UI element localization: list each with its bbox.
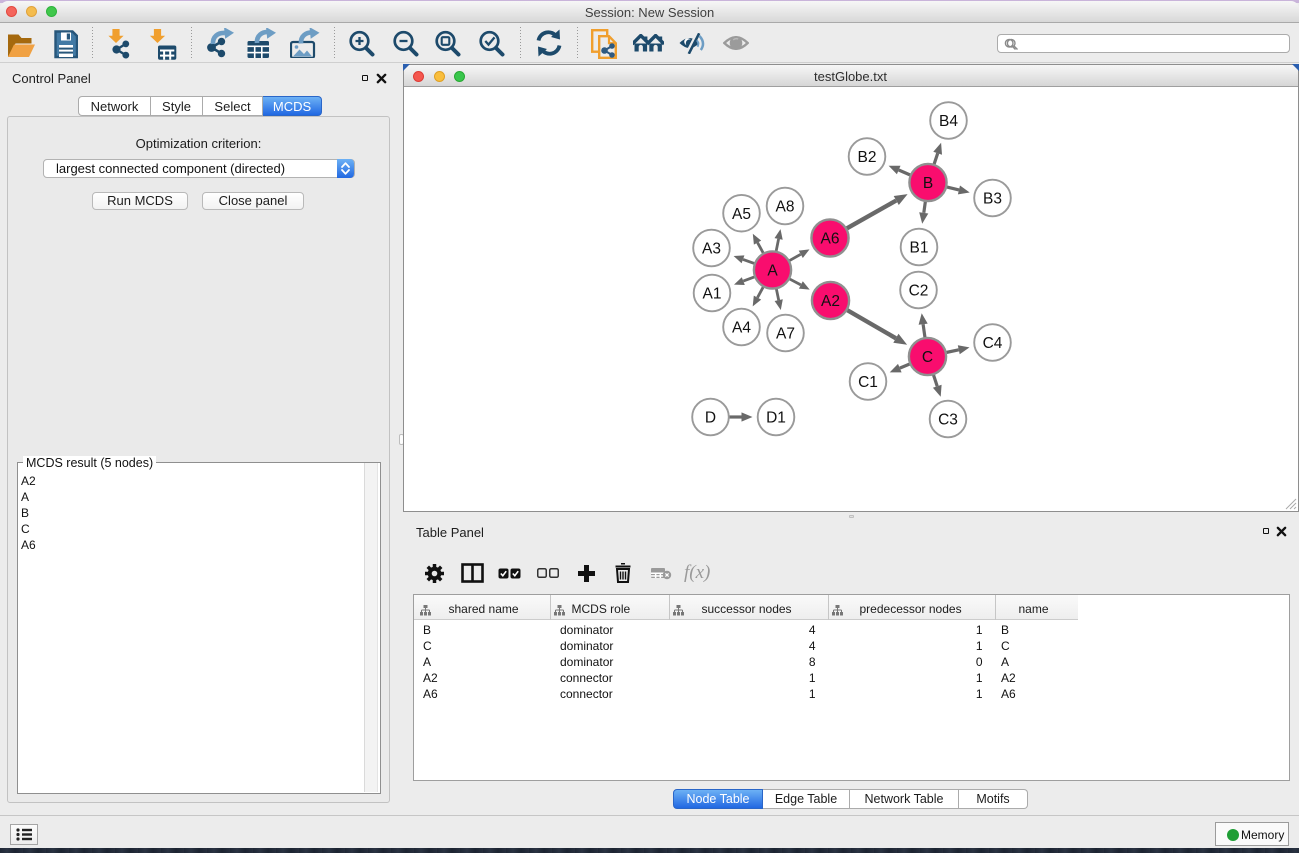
svg-text:A7: A7 [776,325,795,342]
svg-text:A5: A5 [732,205,751,222]
svg-text:C1: C1 [858,374,878,391]
svg-text:A4: A4 [732,319,751,336]
svg-text:C: C [921,349,932,366]
svg-text:A6: A6 [820,230,839,247]
svg-text:B1: B1 [909,239,928,256]
svg-text:B2: B2 [857,149,876,166]
svg-text:A3: A3 [702,240,721,257]
svg-text:B4: B4 [939,113,958,130]
svg-text:A8: A8 [775,198,794,215]
svg-text:B: B [922,175,932,192]
svg-text:A2: A2 [821,293,840,310]
svg-text:A: A [767,262,778,279]
svg-text:D1: D1 [766,409,786,426]
svg-text:A1: A1 [702,285,721,302]
svg-text:D: D [704,409,715,426]
svg-text:C2: C2 [908,282,928,299]
svg-text:C4: C4 [982,335,1002,352]
svg-text:C3: C3 [938,411,958,428]
svg-text:B3: B3 [983,190,1002,207]
